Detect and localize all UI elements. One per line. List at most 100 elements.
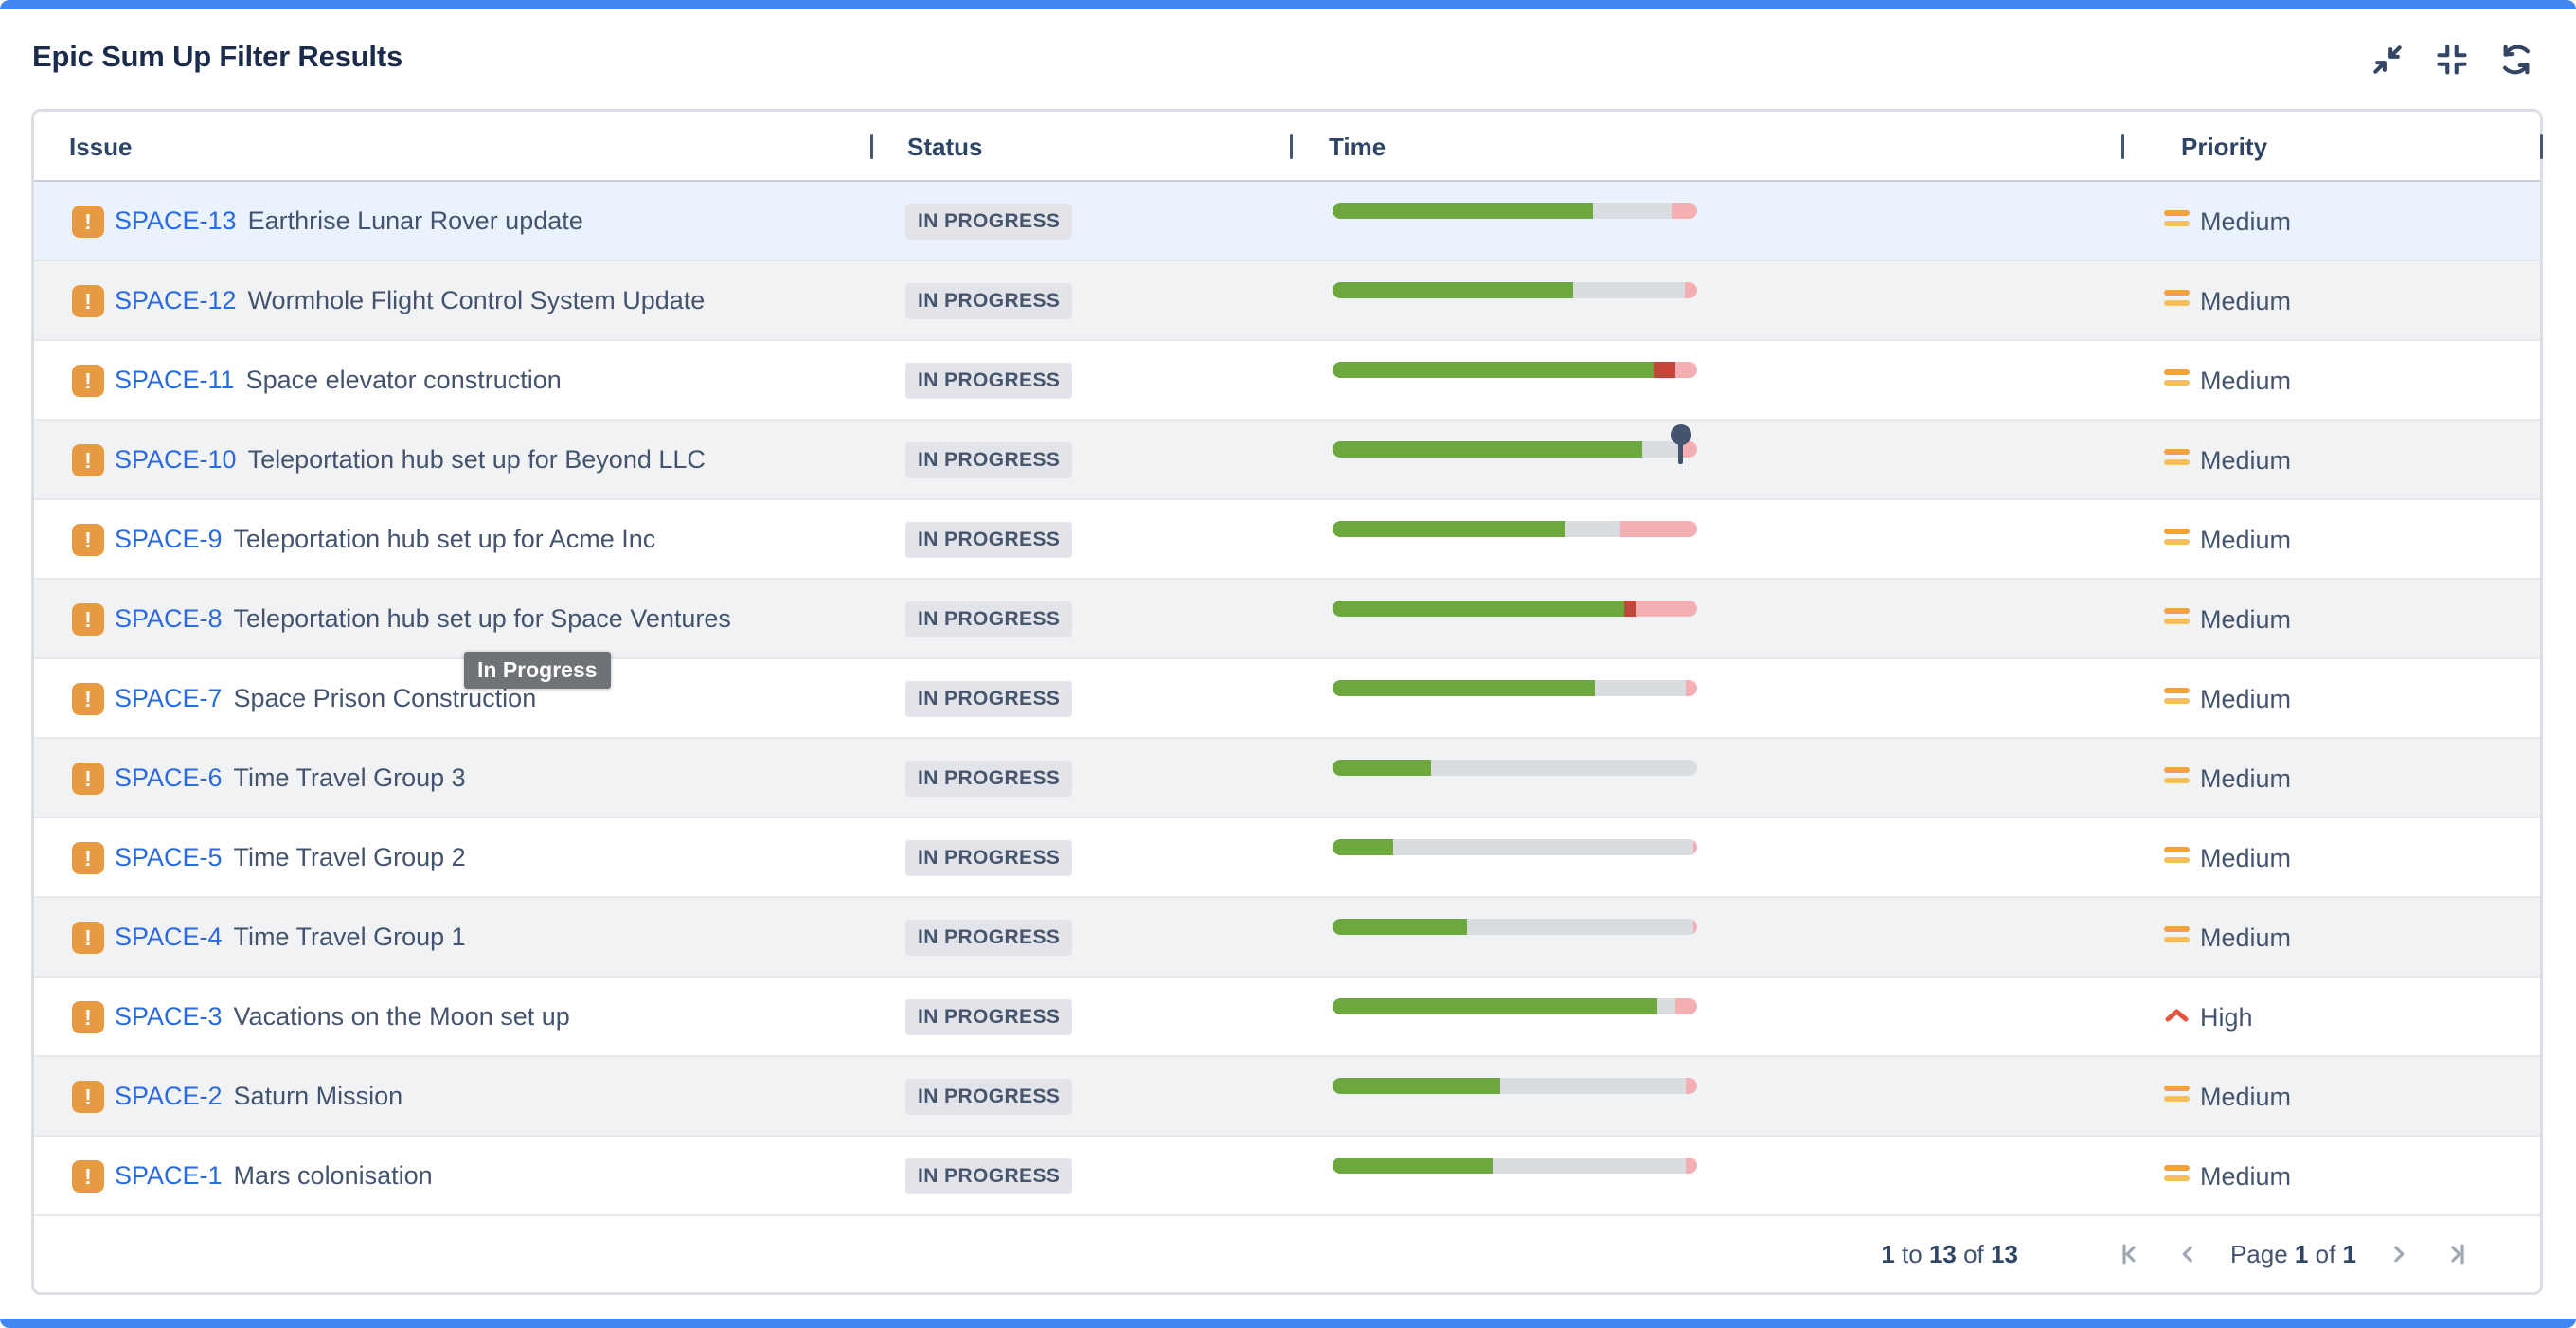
column-header-priority[interactable]: Priority [2181,133,2267,162]
priority-medium-icon [2164,926,2190,947]
issue-cell: SPACE-7Space Prison Construction [115,685,536,712]
baseline-pin-marker[interactable] [1671,424,1691,466]
table-row[interactable]: ! SPACE-1Mars colonisation IN PROGRESS M… [34,1137,2540,1216]
time-bar-segment-gray [1565,521,1620,537]
column-header-issue[interactable]: Issue [69,133,133,162]
priority-medium-icon [2164,847,2190,868]
last-page-icon[interactable] [2442,1238,2474,1270]
issue-key-link[interactable]: SPACE-3 [115,1002,223,1031]
top-accent-bar [0,0,2576,9]
column-header-status[interactable]: Status [907,133,982,162]
column-resize-handle[interactable] [2121,134,2124,159]
issue-cell: SPACE-1 Mars colonisation [115,1162,433,1190]
issue-key-link[interactable]: SPACE-13 [115,206,237,235]
time-bar-segment-pink [1675,362,1697,378]
time-progress-bar [1333,760,1697,776]
first-page-icon[interactable] [2113,1238,2145,1270]
column-header-time[interactable]: Time [1329,133,1386,162]
time-progress-bar [1333,362,1697,378]
issue-summary: Vacations on the Moon set up [234,1002,570,1031]
next-page-icon[interactable] [2383,1238,2415,1270]
time-progress-bar [1333,521,1697,537]
time-bar-segment-green [1333,441,1642,458]
priority-medium-icon [2164,449,2190,470]
time-progress-bar [1333,1078,1697,1094]
issue-key-link[interactable]: SPACE-2 [115,1082,223,1110]
time-progress-bar [1333,998,1697,1014]
column-resize-handle[interactable] [870,134,873,159]
issue-summary: Mars colonisation [234,1161,433,1190]
time-progress-bar [1333,601,1697,617]
time-progress-bar [1333,919,1697,935]
results-table-card: Issue Status Time Priority ! SPACE-13Ear… [31,109,2543,1295]
issue-summary: Teleportation hub set up for Beyond LLC [248,445,706,474]
pagination-page-indicator: Page 1 of 1 [2230,1240,2356,1269]
table-row[interactable]: ! SPACE-11Space elevator construction IN… [34,341,2540,421]
pagination-range: 1 to 13 of 13 [1881,1240,2018,1269]
priority-label: Medium [2200,924,2291,953]
table-row[interactable]: ! SPACE-7Space Prison Construction IN PR… [34,659,2540,739]
issue-key-link[interactable]: SPACE-7 [115,684,223,712]
table-row[interactable]: ! SPACE-5Time Travel Group 2 IN PROGRESS… [34,818,2540,898]
status-badge: IN PROGRESS [905,522,1072,558]
table-row[interactable]: ! SPACE-13Earthrise Lunar Rover update I… [34,182,2540,261]
time-bar-segment-gray [1431,760,1697,776]
table-row[interactable]: ! SPACE-10Teleportation hub set up for B… [34,421,2540,500]
status-tooltip: In Progress [464,652,611,689]
table-row[interactable]: ! SPACE-3Vacations on the Moon set up IN… [34,978,2540,1057]
table-row[interactable]: ! SPACE-2Saturn Mission IN PROGRESS Medi… [34,1057,2540,1137]
issue-key-link[interactable]: SPACE-10 [115,445,237,474]
priority-label: Medium [2200,685,2291,714]
issue-key-link[interactable]: SPACE-4 [115,923,223,951]
collapse-icon[interactable] [2370,42,2406,78]
epic-status-icon: ! [72,285,104,317]
refresh-icon[interactable] [2498,42,2534,78]
table-row[interactable]: ! SPACE-9Teleportation hub set up for Ac… [34,500,2540,580]
time-bar-segment-pink [1693,919,1697,935]
issue-key-link[interactable]: SPACE-9 [115,525,223,553]
issue-cell: SPACE-3 Vacations on the Moon set up [115,1003,570,1031]
time-bar-segment-gray [1493,1158,1686,1174]
priority-label: Medium [2200,207,2291,237]
priority-label: Medium [2200,526,2291,555]
issue-key-link[interactable]: SPACE-12 [115,286,237,314]
epic-status-icon: ! [72,1001,104,1033]
issue-key-link[interactable]: SPACE-5 [115,843,223,871]
time-bar-segment-green [1333,521,1565,537]
priority-label: High [2200,1003,2253,1032]
time-bar-segment-pink [1686,1158,1697,1174]
issue-key-link[interactable]: SPACE-6 [115,763,223,792]
priority-medium-icon [2164,1086,2190,1106]
issue-key-link[interactable]: SPACE-8 [115,604,223,633]
issue-summary: Saturn Mission [234,1082,403,1110]
time-bar-segment-green [1333,1078,1500,1094]
time-bar-segment-darkred [1654,362,1675,378]
pagination-bar: 1 to 13 of 13 Page 1 of 1 [34,1216,2540,1292]
page-title: Epic Sum Up Filter Results [32,40,402,74]
time-bar-segment-gray [1595,680,1686,696]
compress-icon[interactable] [2434,42,2470,78]
issue-cell: SPACE-2 Saturn Mission [115,1083,402,1110]
table-row[interactable]: ! SPACE-12Wormhole Flight Control System… [34,261,2540,341]
table-row[interactable]: ! SPACE-4Time Travel Group 1 IN PROGRESS… [34,898,2540,978]
column-resize-handle[interactable] [1290,134,1293,159]
issue-key-link[interactable]: SPACE-11 [115,366,235,394]
column-resize-handle[interactable] [2540,134,2543,159]
time-bar-segment-pink [1686,680,1697,696]
issue-summary: Time Travel Group 3 [234,763,466,792]
status-badge: IN PROGRESS [905,681,1072,717]
time-bar-segment-green [1333,919,1467,935]
issue-summary: Teleportation hub set up for Space Ventu… [234,604,731,633]
time-bar-segment-pink [1685,282,1697,298]
table-row[interactable]: ! SPACE-8Teleportation hub set up for Sp… [34,580,2540,659]
table-body: ! SPACE-13Earthrise Lunar Rover update I… [34,182,2540,1216]
time-bar-segment-pink [1675,998,1697,1014]
table-row[interactable]: ! SPACE-6Time Travel Group 3 IN PROGRESS… [34,739,2540,818]
time-bar-segment-pink [1636,601,1697,617]
issue-key-link[interactable]: SPACE-1 [115,1161,223,1190]
priority-label: Medium [2200,844,2291,873]
epic-status-icon: ! [72,922,104,954]
issue-cell: SPACE-9Teleportation hub set up for Acme… [115,526,655,553]
previous-page-icon[interactable] [2172,1238,2204,1270]
epic-status-icon: ! [72,763,104,795]
